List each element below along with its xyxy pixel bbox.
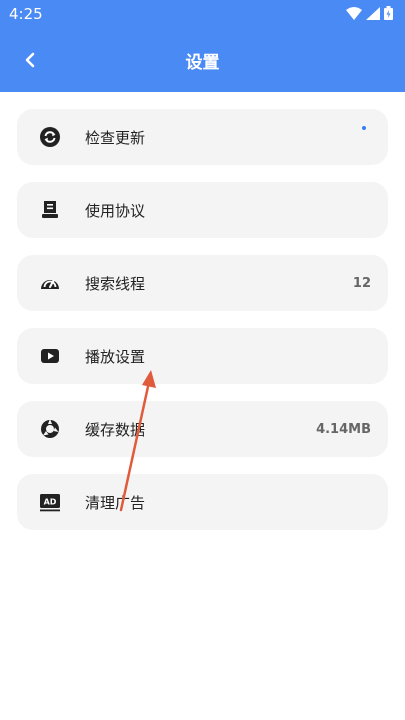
- svg-text:AD: AD: [44, 498, 57, 507]
- settings-item-cache-data[interactable]: 缓存数据 4.14MB: [17, 401, 388, 457]
- settings-item-label: 使用协议: [85, 201, 146, 220]
- page-title: 设置: [185, 53, 220, 73]
- wifi-icon: [346, 6, 362, 20]
- settings-item-label: 清理广告: [85, 493, 146, 512]
- settings-item-label: 搜索线程: [85, 274, 146, 293]
- speedometer-icon: [39, 272, 61, 294]
- document-icon: [39, 199, 61, 221]
- cache-size-value: 4.14MB: [316, 421, 371, 437]
- battery-icon: [384, 6, 393, 20]
- settings-list: 检查更新 使用协议 搜索线程 12 播放设置 缓存数据 4.14MB AD 清理…: [17, 109, 388, 547]
- sync-icon: [39, 126, 61, 148]
- settings-item-label: 播放设置: [85, 347, 146, 366]
- status-time: 4:25: [9, 5, 43, 23]
- status-bar: 4:25: [0, 0, 405, 28]
- play-icon: [39, 345, 61, 367]
- settings-item-check-update[interactable]: 检查更新: [17, 109, 388, 165]
- signal-icon: [366, 6, 380, 20]
- ad-icon: AD: [39, 491, 61, 513]
- settings-item-clear-ads[interactable]: AD 清理广告: [17, 474, 388, 530]
- settings-item-search-threads[interactable]: 搜索线程 12: [17, 255, 388, 311]
- search-threads-value: 12: [352, 275, 371, 291]
- status-icons: [346, 6, 393, 20]
- cache-icon: [39, 418, 61, 440]
- settings-item-label: 检查更新: [85, 128, 146, 147]
- update-indicator-dot: [362, 126, 366, 130]
- settings-item-label: 缓存数据: [85, 420, 146, 439]
- settings-item-user-agreement[interactable]: 使用协议: [17, 182, 388, 238]
- settings-item-playback[interactable]: 播放设置: [17, 328, 388, 384]
- app-bar: 设置: [0, 28, 405, 92]
